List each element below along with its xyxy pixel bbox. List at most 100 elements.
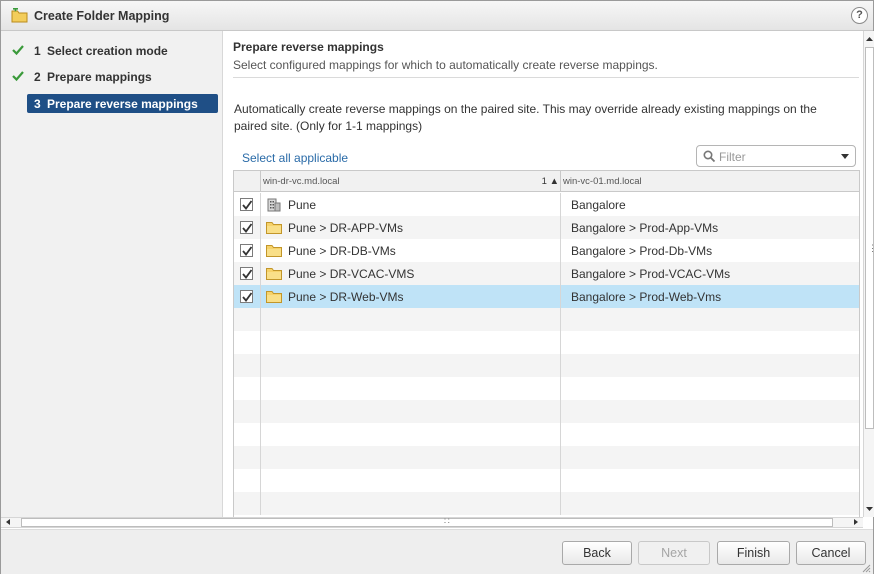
empty-cell (261, 400, 561, 423)
empty-cell (561, 354, 859, 377)
row-checkbox-cell (234, 285, 261, 308)
empty-cell (234, 423, 261, 446)
grid-body: Pune Bangalore Pune > DR-APP-VMs Bangalore … (234, 193, 859, 515)
table-row[interactable]: Pune > DR-Web-VMs Bangalore > Prod-Web-Vm… (234, 285, 859, 308)
empty-cell (234, 400, 261, 423)
empty-cell (561, 423, 859, 446)
target-cell: Bangalore (561, 193, 859, 216)
target-cell: Bangalore > Prod-Db-VMs (561, 239, 859, 262)
chevron-down-icon[interactable] (841, 154, 849, 159)
source-cell: Pune > DR-APP-VMs (261, 216, 561, 239)
row-checkbox[interactable] (240, 244, 253, 257)
create-folder-mapping-dialog: Create Folder Mapping ? 1 Select creatio… (0, 0, 874, 574)
target-path: Bangalore > Prod-App-VMs (571, 221, 719, 235)
step-number: 2 (34, 70, 41, 84)
step-label: Prepare reverse mappings (47, 97, 198, 111)
vertical-scrollbar[interactable]: ⋮ (863, 31, 874, 517)
row-checkbox[interactable] (240, 221, 253, 234)
horizontal-scroll-thumb[interactable]: ∷ (21, 516, 833, 527)
table-row[interactable]: Pune Bangalore (234, 193, 859, 216)
grid-header: win-dr-vc.md.local 1 ▲ win-vc-01.md.loca… (234, 171, 859, 192)
folder-icon (266, 243, 282, 258)
new-folder-icon (11, 6, 29, 23)
step-select-creation-mode[interactable]: 1 Select creation mode (1, 41, 223, 61)
target-path: Bangalore > Prod-Web-Vms (571, 290, 722, 304)
step-prepare-mappings[interactable]: 2 Prepare mappings (1, 67, 223, 87)
source-cell: Pune > DR-DB-VMs (261, 239, 561, 262)
empty-cell (234, 492, 261, 515)
source-cell: Pune > DR-Web-VMs (261, 285, 561, 308)
scroll-down-icon[interactable] (864, 503, 874, 515)
source-path: Pune > DR-VCAC-VMS (288, 267, 415, 281)
filter-input[interactable]: Filter (696, 145, 856, 167)
empty-cell (561, 492, 859, 515)
mappings-grid: win-dr-vc.md.local 1 ▲ win-vc-01.md.loca… (233, 170, 860, 517)
source-path: Pune > DR-DB-VMs (288, 244, 396, 258)
grip-icon: ⋮ (868, 243, 874, 253)
empty-cell (234, 377, 261, 400)
empty-cell (261, 469, 561, 492)
folder-icon (266, 289, 282, 304)
empty-table-row (234, 492, 859, 515)
folder-icon (266, 266, 282, 281)
wizard-steps: 1 Select creation mode 2 Prepare mapping… (1, 31, 223, 517)
empty-table-row (234, 331, 859, 354)
empty-cell (234, 446, 261, 469)
dialog-footer: Back Next Finish Cancel (1, 529, 873, 574)
empty-cell (261, 308, 561, 331)
empty-cell (561, 400, 859, 423)
step-number: 3 (34, 97, 41, 111)
back-button[interactable]: Back (562, 541, 632, 565)
table-row[interactable]: Pune > DR-APP-VMs Bangalore > Prod-App-VM… (234, 216, 859, 239)
filter-placeholder: Filter (719, 150, 746, 164)
empty-cell (561, 331, 859, 354)
empty-cell (261, 423, 561, 446)
page-subtitle: Select configured mappings for which to … (233, 58, 658, 72)
target-cell: Bangalore > Prod-VCAC-VMs (561, 262, 859, 285)
horizontal-scrollbar[interactable]: ∷ (1, 516, 863, 528)
finish-button[interactable]: Finish (717, 541, 790, 565)
row-checkbox-cell (234, 262, 261, 285)
header-divider (233, 77, 859, 78)
table-row[interactable]: Pune > DR-DB-VMs Bangalore > Prod-Db-VMs (234, 239, 859, 262)
step-prepare-reverse-mappings[interactable]: 3 Prepare reverse mappings (27, 94, 218, 113)
source-path: Pune > DR-APP-VMs (288, 221, 404, 235)
next-button[interactable]: Next (638, 541, 710, 565)
column-header-source[interactable]: win-dr-vc.md.local 1 ▲ (261, 171, 561, 192)
scroll-left-icon[interactable] (6, 519, 10, 525)
table-row[interactable]: Pune > DR-VCAC-VMS Bangalore > Prod-VCAC-… (234, 262, 859, 285)
scroll-right-icon[interactable] (854, 519, 858, 525)
empty-table-row (234, 354, 859, 377)
empty-table-row (234, 377, 859, 400)
empty-table-row (234, 400, 859, 423)
row-checkbox[interactable] (240, 290, 253, 303)
column-header-target[interactable]: win-vc-01.md.local (561, 171, 859, 192)
folder-icon (266, 220, 282, 235)
sort-ascending-indicator: 1 ▲ (541, 176, 559, 187)
empty-table-row (234, 469, 859, 492)
row-checkbox[interactable] (240, 198, 253, 211)
target-path: Bangalore > Prod-VCAC-VMs (571, 267, 731, 281)
scroll-up-icon[interactable] (864, 33, 874, 45)
grip-icon: ∷ (444, 516, 450, 526)
empty-cell (261, 446, 561, 469)
cancel-button[interactable]: Cancel (796, 541, 866, 565)
target-cell: Bangalore > Prod-Web-Vms (561, 285, 859, 308)
select-all-applicable-link[interactable]: Select all applicable (242, 151, 348, 165)
empty-table-row (234, 308, 859, 331)
page-title: Prepare reverse mappings (233, 40, 384, 54)
title-bar: Create Folder Mapping ? (1, 1, 873, 31)
empty-cell (234, 469, 261, 492)
target-path: Bangalore > Prod-Db-VMs (571, 244, 713, 258)
empty-cell (261, 331, 561, 354)
vertical-scroll-thumb[interactable]: ⋮ (865, 47, 874, 429)
resize-grip-icon[interactable] (861, 562, 871, 573)
help-icon[interactable]: ? (851, 7, 868, 24)
row-checkbox-cell (234, 216, 261, 239)
target-cell: Bangalore > Prod-App-VMs (561, 216, 859, 239)
source-cell: Pune (261, 193, 561, 216)
description-text: Automatically create reverse mappings on… (234, 102, 817, 133)
row-checkbox[interactable] (240, 267, 253, 280)
row-checkbox-cell (234, 239, 261, 262)
empty-cell (561, 469, 859, 492)
